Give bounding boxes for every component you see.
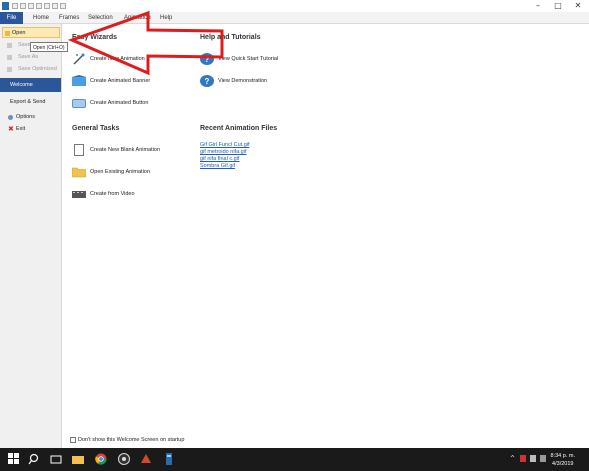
recent-file-link[interactable]: Gif Girl Funcl Cut.gif xyxy=(200,142,250,148)
save-as-icon[interactable] xyxy=(36,3,42,9)
tab-home[interactable]: Home xyxy=(33,12,49,24)
volume-icon[interactable] xyxy=(530,455,536,462)
item-label: View Quick Start Tutorial xyxy=(218,56,279,62)
tab-selection[interactable]: Selection xyxy=(88,12,113,24)
save-icon[interactable] xyxy=(28,3,34,9)
obs-icon[interactable] xyxy=(118,453,130,465)
minimize-button[interactable]: – xyxy=(528,0,548,12)
sidebar-item-export-send[interactable]: Export & Send xyxy=(2,97,60,108)
sidebar-item-welcome[interactable]: Welcome xyxy=(0,78,61,92)
item-label: Create Animated Button xyxy=(90,100,149,106)
maximize-button[interactable]: □ xyxy=(548,0,568,12)
blank-page-icon xyxy=(74,144,84,156)
close-button[interactable]: ✕ xyxy=(568,0,588,12)
recent-file-link[interactable]: gif nifa final c.gif xyxy=(200,156,239,162)
create-from-video-link[interactable]: Create from Video xyxy=(72,188,182,202)
recent-files-title: Recent Animation Files xyxy=(200,125,278,132)
open-tooltip: Open (Ctrl+O) xyxy=(30,42,68,52)
gif-animator-app-icon[interactable] xyxy=(163,453,175,465)
title-bar: – □ ✕ xyxy=(0,0,589,12)
recent-file-link[interactable]: gif metroido nifa.gif xyxy=(200,149,246,155)
sidebar-item-save-optimized[interactable]: Save Optimized xyxy=(2,64,60,75)
file-explorer-icon[interactable] xyxy=(72,453,84,465)
help-tutorials-title: Help and Tutorials xyxy=(200,34,261,41)
folder-icon xyxy=(5,31,10,36)
game-icon[interactable] xyxy=(140,453,152,465)
sidebar-item-label: Save As xyxy=(18,54,39,60)
new-icon[interactable] xyxy=(12,3,18,9)
task-view-icon[interactable] xyxy=(50,453,62,465)
welcome-screen: Easy Wizards Create New Animation Create… xyxy=(62,24,589,448)
item-label: Create from Video xyxy=(90,191,135,197)
sidebar-item-label: Exit xyxy=(16,126,26,132)
tab-frames[interactable]: Frames xyxy=(59,12,79,24)
chrome-icon[interactable] xyxy=(95,453,107,465)
gear-icon xyxy=(8,115,13,120)
item-label: View Demonstration xyxy=(218,78,268,84)
item-label: Create New Blank Animation xyxy=(90,147,161,153)
create-blank-animation-link[interactable]: Create New Blank Animation xyxy=(72,144,182,158)
taskbar-clock[interactable]: 8:34 p. m. 4/3/2019 xyxy=(551,452,575,468)
windows-start-icon[interactable] xyxy=(8,453,20,465)
sidebar-item-exit[interactable]: ✖ Exit xyxy=(2,124,60,135)
folder-icon xyxy=(72,167,86,178)
tab-file[interactable]: File xyxy=(0,12,23,24)
tab-animation[interactable]: Animation xyxy=(124,12,151,24)
help-icon: ? xyxy=(200,53,214,65)
taskbar: ^ 8:34 p. m. 4/3/2019 xyxy=(0,448,589,471)
sidebar-item-label: Save Optimized xyxy=(18,66,57,72)
button-icon xyxy=(72,99,86,108)
sidebar-item-options[interactable]: Options xyxy=(2,112,60,123)
welcome-checkbox[interactable] xyxy=(70,437,76,443)
save-as-icon xyxy=(7,55,12,60)
magic-wand-icon xyxy=(73,53,85,65)
sidebar-item-label: Save xyxy=(18,42,31,48)
tab-help[interactable]: Help xyxy=(160,12,172,24)
network-icon[interactable] xyxy=(520,455,526,462)
backstage-sidebar: Open Save Save As Save Optimized Welcome… xyxy=(0,24,62,448)
save-icon xyxy=(7,43,12,48)
sidebar-item-label: Open xyxy=(12,30,26,36)
ribbon-tabs: File Home Frames Selection Animation Hel… xyxy=(0,12,589,24)
search-icon[interactable] xyxy=(28,453,40,465)
sidebar-item-save-as[interactable]: Save As xyxy=(2,52,60,63)
help-icon: ? xyxy=(200,75,214,87)
general-tasks-title: General Tasks xyxy=(72,125,120,132)
open-existing-animation-link[interactable]: Open Existing Animation xyxy=(72,166,182,180)
sidebar-item-open[interactable]: Open xyxy=(2,27,60,38)
close-icon: ✖ xyxy=(8,125,14,133)
print-icon[interactable] xyxy=(44,3,50,9)
create-new-animation-link[interactable]: Create New Animation xyxy=(72,53,182,67)
clock-time: 8:34 p. m. xyxy=(550,453,575,459)
sidebar-item-label: Options xyxy=(16,114,35,120)
video-icon xyxy=(72,191,86,198)
quick-start-tutorial-link[interactable]: ? View Quick Start Tutorial xyxy=(200,53,310,67)
chevron-up-icon[interactable]: ^ xyxy=(510,455,516,462)
view-demonstration-link[interactable]: ? View Demonstration xyxy=(200,75,310,89)
easy-wizards-title: Easy Wizards xyxy=(72,34,118,41)
undo-icon[interactable] xyxy=(52,3,58,9)
item-label: Create New Animation xyxy=(90,56,145,62)
item-label: Open Existing Animation xyxy=(90,169,150,175)
create-animated-banner-link[interactable]: Create Animated Banner xyxy=(72,75,182,89)
redo-icon[interactable] xyxy=(60,3,66,9)
item-label: Create Animated Banner xyxy=(90,78,151,84)
save-optimized-icon xyxy=(7,67,12,72)
recent-file-link[interactable]: Sombra Gif.gif xyxy=(200,163,235,169)
welcome-checkbox-label: Don't show this Welcome Screen on startu… xyxy=(78,437,185,443)
app-icon xyxy=(2,2,9,10)
create-animated-button-link[interactable]: Create Animated Button xyxy=(72,97,182,111)
clock-date: 4/3/2019 xyxy=(552,461,574,467)
banner-icon xyxy=(72,75,86,86)
open-icon[interactable] xyxy=(20,3,26,9)
language-icon[interactable] xyxy=(540,455,546,462)
